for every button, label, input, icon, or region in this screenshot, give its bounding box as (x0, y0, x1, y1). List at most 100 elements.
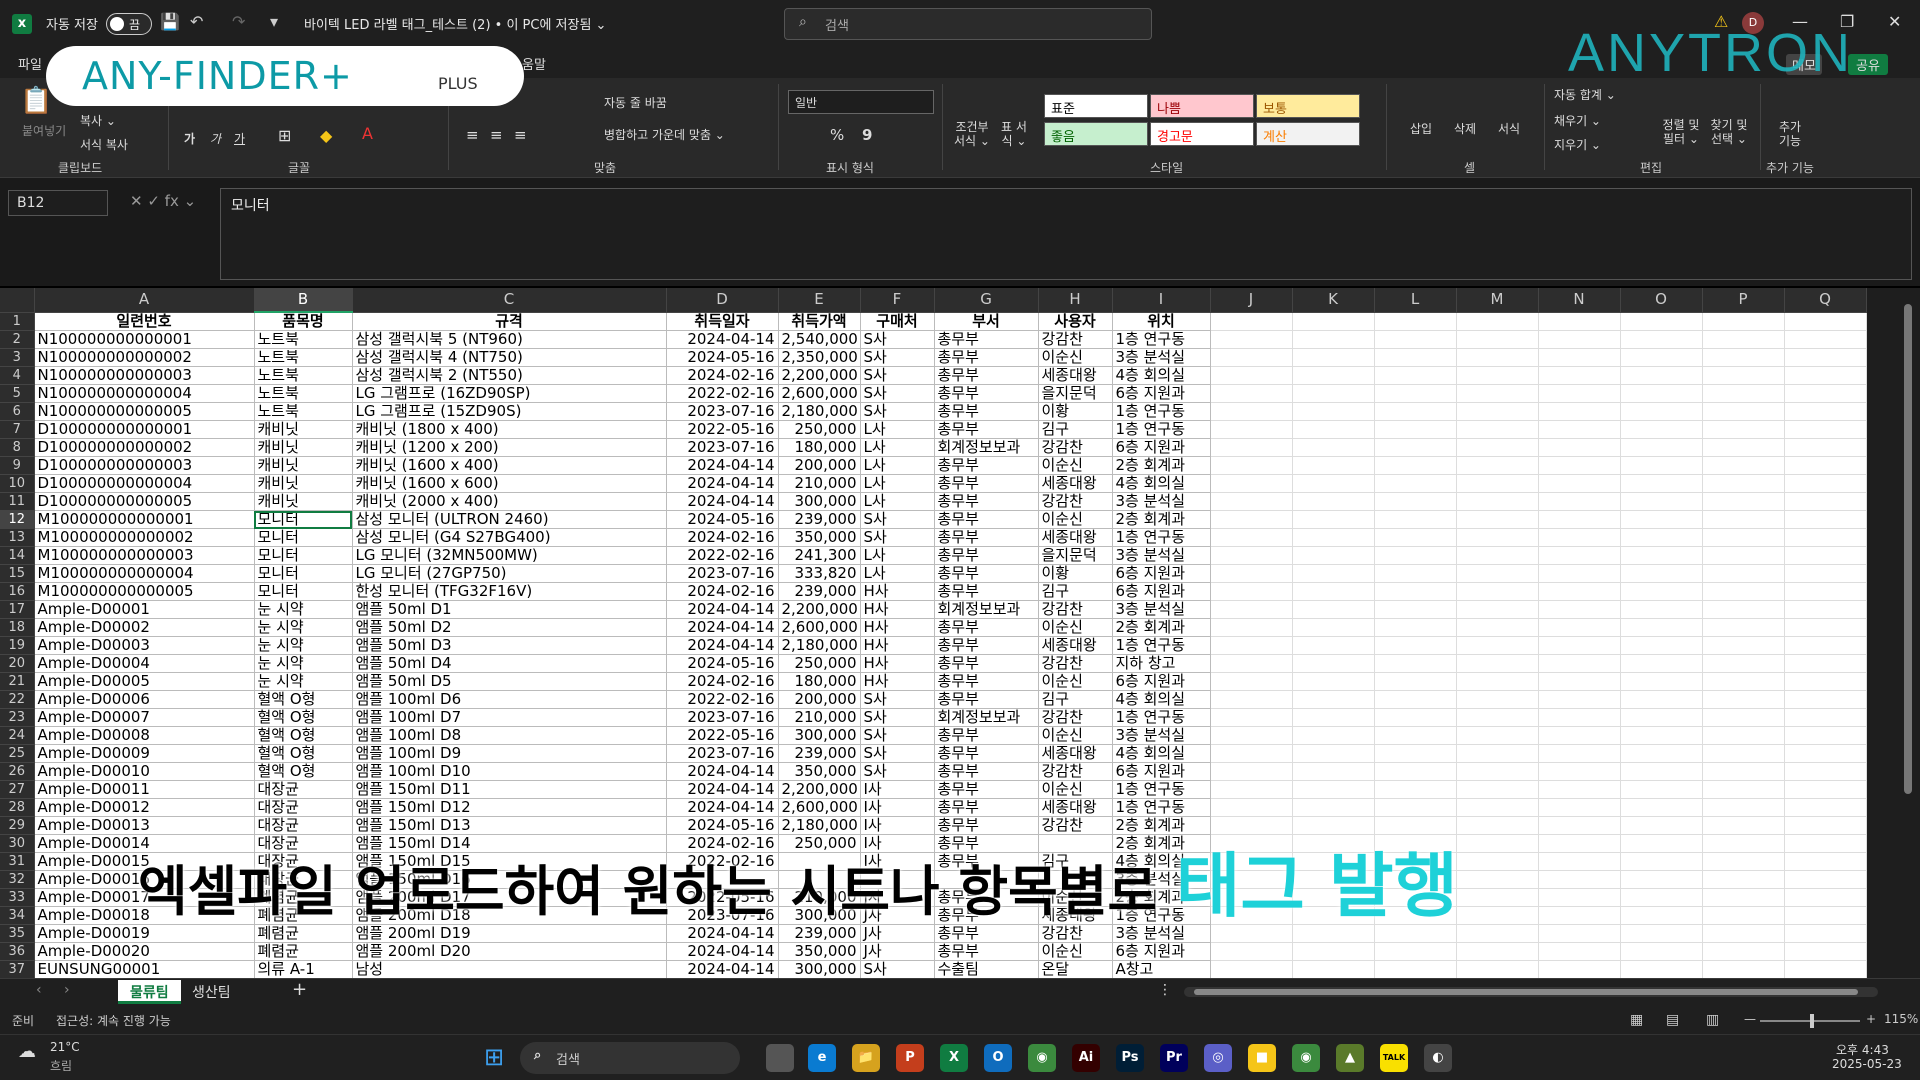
document-title[interactable]: 바이텍 LED 라벨 태그_테스트 (2) • 이 PC에 저장됨 ⌄ (304, 14, 606, 33)
cell[interactable]: 3층 분석실 (1112, 348, 1211, 367)
row-header[interactable]: 4 (0, 366, 35, 385)
empty-cell[interactable] (1456, 348, 1539, 367)
row-header[interactable]: 36 (0, 942, 35, 961)
empty-cell[interactable] (1702, 528, 1785, 547)
empty-cell[interactable] (1456, 960, 1539, 978)
empty-cell[interactable] (1784, 528, 1867, 547)
cell[interactable]: 앰플 50ml D3 (352, 636, 667, 655)
style-warning[interactable]: 경고문 (1150, 122, 1254, 146)
empty-cell[interactable] (1784, 492, 1867, 511)
empty-cell[interactable] (1784, 690, 1867, 709)
empty-cell[interactable] (1210, 438, 1293, 457)
row-header[interactable]: 33 (0, 888, 35, 907)
column-title[interactable]: 품목명 (254, 312, 353, 331)
empty-cell[interactable] (1784, 456, 1867, 475)
cell[interactable]: Ample-D00005 (34, 672, 255, 691)
row-header[interactable]: 19 (0, 636, 35, 655)
empty-cell[interactable] (1210, 528, 1293, 547)
empty-cell[interactable] (1210, 402, 1293, 421)
cell[interactable]: 세종대왕 (1038, 798, 1113, 817)
empty-cell[interactable] (1538, 384, 1621, 403)
row-header[interactable]: 23 (0, 708, 35, 727)
column-header[interactable]: F (860, 288, 935, 313)
cell[interactable]: Ample-D00012 (34, 798, 255, 817)
cell[interactable]: 2024-04-14 (666, 798, 779, 817)
cell[interactable]: Ample-D00003 (34, 636, 255, 655)
empty-cell[interactable] (1210, 798, 1293, 817)
cell[interactable]: 총무부 (934, 474, 1039, 493)
row-header[interactable]: 31 (0, 852, 35, 871)
cell[interactable]: 세종대왕 (1038, 744, 1113, 763)
cell[interactable]: H사 (860, 618, 935, 637)
empty-cell[interactable] (1456, 690, 1539, 709)
comma-button[interactable]: 9 (862, 126, 872, 144)
cell[interactable]: 1층 연구동 (1112, 780, 1211, 799)
cell[interactable]: S사 (860, 510, 935, 529)
taskbar-app-icon[interactable]: e (808, 1044, 836, 1072)
cell[interactable]: LG 모니터 (27GP750) (352, 564, 667, 583)
cell[interactable]: N100000000000002 (34, 348, 255, 367)
tab-sheet-logistics[interactable]: 물류팀 (118, 980, 181, 1004)
undo-icon[interactable]: ↶ (190, 12, 203, 31)
empty-cell[interactable] (1538, 924, 1621, 943)
cell[interactable]: 강감찬 (1038, 330, 1113, 349)
empty-cell[interactable] (1620, 474, 1703, 493)
empty-cell[interactable] (1456, 708, 1539, 727)
row-header[interactable]: 26 (0, 762, 35, 781)
cell[interactable]: D100000000000001 (34, 420, 255, 439)
empty-cell[interactable] (1456, 402, 1539, 421)
cell[interactable]: 앰플 150ml D12 (352, 798, 667, 817)
empty-cell[interactable] (1456, 816, 1539, 835)
empty-cell[interactable] (1702, 384, 1785, 403)
empty-cell[interactable] (1292, 330, 1375, 349)
cell[interactable]: 총무부 (934, 492, 1039, 511)
cell[interactable]: 눈 시약 (254, 600, 353, 619)
empty-cell[interactable] (1292, 528, 1375, 547)
cell[interactable]: N100000000000003 (34, 366, 255, 385)
empty-cell[interactable] (1292, 654, 1375, 673)
cell[interactable]: 3층 분석실 (1112, 600, 1211, 619)
empty-cell[interactable] (1292, 546, 1375, 565)
column-title[interactable]: 취득가액 (778, 312, 861, 331)
cell[interactable]: 2,180,000 (778, 636, 861, 655)
cell[interactable]: N100000000000001 (34, 330, 255, 349)
empty-cell[interactable] (1620, 672, 1703, 691)
align-right-icon[interactable]: ≡ (514, 126, 527, 144)
cell[interactable]: 2,180,000 (778, 402, 861, 421)
cell[interactable]: 눈 시약 (254, 654, 353, 673)
cell[interactable]: 1층 연구동 (1112, 402, 1211, 421)
cell[interactable]: 333,820 (778, 564, 861, 583)
cell[interactable]: S사 (860, 960, 935, 978)
taskbar-search[interactable]: 검색 ⌕ (520, 1042, 740, 1074)
empty-cell[interactable] (1210, 330, 1293, 349)
cell[interactable]: 삼성 모니터 (G4 S27BG400) (352, 528, 667, 547)
prev-sheet-icon[interactable]: ‹ (24, 980, 54, 1004)
empty-cell[interactable] (1456, 726, 1539, 745)
empty-cell[interactable] (1784, 474, 1867, 493)
cell[interactable]: 2022-02-16 (666, 546, 779, 565)
cell[interactable]: 노트북 (254, 348, 353, 367)
row-header[interactable]: 3 (0, 348, 35, 367)
empty-cell[interactable] (1210, 510, 1293, 529)
empty-cell[interactable] (1456, 510, 1539, 529)
empty-cell[interactable] (1620, 816, 1703, 835)
empty-cell[interactable] (1456, 528, 1539, 547)
cell[interactable]: 300,000 (778, 492, 861, 511)
empty-cell[interactable] (1784, 906, 1867, 925)
empty-cell[interactable] (1702, 348, 1785, 367)
empty-cell[interactable] (1702, 438, 1785, 457)
empty-cell[interactable] (1702, 600, 1785, 619)
select-all-corner[interactable] (0, 288, 35, 313)
empty-cell[interactable] (1210, 582, 1293, 601)
cell[interactable]: 2024-05-16 (666, 348, 779, 367)
cell[interactable]: 캐비닛 (254, 438, 353, 457)
normal-view-icon[interactable]: ▦ (1630, 1012, 1643, 1028)
cell[interactable]: 남성 (352, 960, 667, 978)
empty-cell[interactable] (1374, 420, 1457, 439)
cell[interactable]: 6층 지원과 (1112, 672, 1211, 691)
cell[interactable]: 회계정보보과 (934, 438, 1039, 457)
cell[interactable]: 노트북 (254, 366, 353, 385)
column-header[interactable]: K (1292, 288, 1375, 313)
empty-cell[interactable] (1538, 528, 1621, 547)
cell[interactable]: 6층 지원과 (1112, 438, 1211, 457)
